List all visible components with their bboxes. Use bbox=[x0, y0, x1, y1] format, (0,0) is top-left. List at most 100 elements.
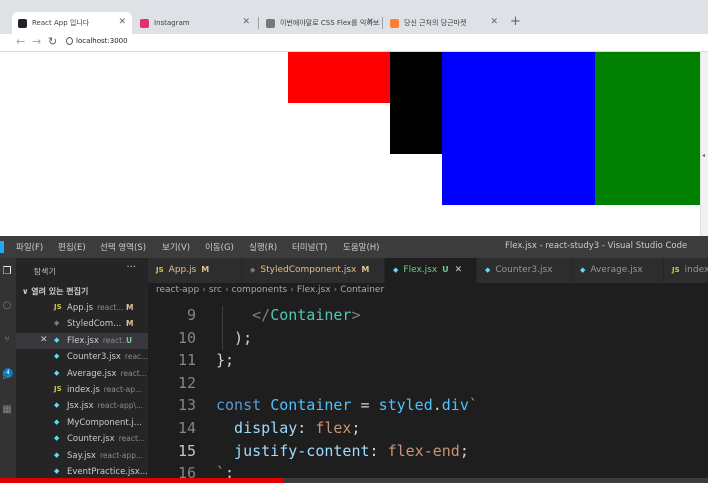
close-icon[interactable]: ✕ bbox=[242, 17, 250, 27]
file-name: App.js react... bbox=[67, 303, 124, 313]
javascript-file-icon: JS bbox=[54, 385, 62, 393]
line-text: }; bbox=[216, 351, 234, 369]
git-status-badge: M bbox=[201, 265, 210, 274]
react-file-icon: ◆ bbox=[54, 417, 60, 426]
menu-terminal[interactable]: 터미널(T) bbox=[292, 241, 327, 253]
instagram-favicon-icon bbox=[140, 18, 149, 28]
reload-icon[interactable]: ↻ bbox=[48, 35, 57, 48]
tab-label: 이번에야말로 CSS Flex를 익혀보자 bbox=[280, 19, 380, 27]
back-arrow-icon[interactable]: ← bbox=[16, 35, 25, 48]
code-token: div bbox=[441, 396, 469, 415]
code-token: </ bbox=[216, 306, 271, 324]
open-editors-header[interactable]: ∨ 열려 있는 편집기 bbox=[22, 286, 88, 297]
file-name: Flex.jsx react... bbox=[67, 335, 130, 346]
line-number: 13 bbox=[177, 396, 196, 415]
code-line[interactable]: 12 bbox=[148, 374, 708, 396]
browser-tab-css-flex[interactable]: 이번에야말로 CSS Flex를 익혀보자 ✕ bbox=[260, 12, 380, 34]
close-icon[interactable]: ✕ bbox=[40, 335, 48, 345]
new-tab-button[interactable]: + bbox=[510, 14, 521, 29]
file-name: Say.jsx react-app... bbox=[67, 450, 144, 461]
files-icon[interactable]: ❐ bbox=[1, 266, 13, 278]
source-control-icon[interactable]: ⑂ bbox=[1, 334, 13, 346]
editor-tab[interactable]: ◆ Average.jsx bbox=[572, 258, 664, 283]
line-text: const Container = styled.div` bbox=[216, 396, 478, 414]
run-debug-icon[interactable]: ▷ bbox=[1, 370, 13, 382]
code-token: ); bbox=[216, 328, 253, 347]
close-icon[interactable]: ✕ bbox=[118, 17, 126, 27]
browser-tab-instagram[interactable]: Instagram ✕ bbox=[134, 12, 256, 34]
editor-tab[interactable]: JS index. bbox=[664, 258, 708, 283]
file-name: Counter.jsx react... bbox=[67, 434, 146, 445]
open-editor-item[interactable]: ◆ MyComponent.j... bbox=[16, 415, 148, 431]
code-line[interactable]: 15 justify-content: flex-end; bbox=[148, 442, 708, 464]
git-status-badge: M bbox=[126, 319, 134, 329]
file-path: react... bbox=[120, 368, 147, 378]
breadcrumb-item[interactable]: react-app bbox=[156, 285, 199, 295]
menu-file[interactable]: 파일(F) bbox=[16, 241, 43, 253]
video-progress-bar[interactable] bbox=[0, 478, 708, 483]
editor-tab[interactable]: JS App.js M bbox=[148, 258, 242, 283]
open-editor-item[interactable]: ◆ Counter.jsx react... bbox=[16, 431, 148, 447]
breadcrumb-item[interactable]: Flex.jsx bbox=[297, 285, 331, 295]
code-line[interactable]: 9 </Container> bbox=[148, 306, 708, 328]
open-editor-item[interactable]: JS App.js react... M bbox=[16, 300, 148, 316]
file-path: react... bbox=[118, 434, 146, 444]
editor-tab[interactable]: ◆ Counter3.jsx bbox=[477, 258, 572, 283]
code-line[interactable]: 14 display: flex; bbox=[148, 419, 708, 441]
line-number: 10 bbox=[177, 328, 196, 347]
file-name: MyComponent.j... bbox=[67, 417, 142, 428]
search-icon[interactable]: ○ bbox=[1, 300, 13, 312]
menu-selection[interactable]: 선택 영역(S) bbox=[100, 241, 146, 253]
code-token: : bbox=[297, 419, 316, 437]
activity-bar: ❐ ○ ⑂ 4 ▷ ▦ bbox=[0, 258, 16, 483]
menu-go[interactable]: 이동(G) bbox=[205, 241, 234, 253]
code-token: flex bbox=[315, 419, 352, 437]
open-editor-item[interactable]: JS index.js react-ap... bbox=[16, 382, 148, 398]
code-token: : bbox=[369, 441, 388, 460]
chevron-right-icon: › bbox=[290, 285, 294, 295]
menu-run[interactable]: 실행(R) bbox=[249, 241, 277, 253]
code-line[interactable]: 11}; bbox=[148, 351, 708, 373]
open-editor-item[interactable]: ◆ Jsx.jsx react-app\... bbox=[16, 398, 148, 414]
editor-tab[interactable]: ◆ StyledComponent.jsx M bbox=[242, 258, 385, 283]
breadcrumb-item[interactable]: Container bbox=[340, 285, 384, 295]
code-line[interactable]: 13 const Container = styled.div` bbox=[148, 396, 708, 418]
breadcrumb-item[interactable]: src bbox=[209, 285, 222, 295]
browser-toolbar: ← → ↻ localhost:3000 bbox=[0, 34, 708, 52]
browser-tab-daangn[interactable]: 당신 근처의 당근마켓 ✕ bbox=[384, 12, 504, 34]
code-editor[interactable]: 9 </Container> 10 ); 11}; 12 13 const Contain… bbox=[148, 306, 708, 483]
close-icon[interactable]: ✕ bbox=[366, 17, 374, 27]
menu-view[interactable]: 보기(V) bbox=[162, 241, 190, 253]
close-icon[interactable]: ✕ bbox=[490, 17, 498, 27]
react-favicon-icon bbox=[18, 18, 27, 28]
info-icon[interactable] bbox=[66, 37, 73, 45]
scroll-left-icon[interactable]: ◂ bbox=[702, 152, 705, 159]
breadcrumb-item[interactable]: components bbox=[232, 285, 288, 295]
code-token: }; bbox=[216, 351, 235, 370]
blue-box bbox=[442, 52, 595, 205]
file-name: index.js react-ap... bbox=[67, 385, 143, 395]
close-icon[interactable]: ✕ bbox=[455, 265, 463, 275]
editor-tab[interactable]: ◆ Flex.jsx U ✕ bbox=[385, 258, 477, 283]
more-actions-icon[interactable]: ··· bbox=[126, 262, 136, 273]
react-file-icon: ◆ bbox=[54, 319, 60, 328]
javascript-file-icon: JS bbox=[156, 266, 164, 274]
menu-edit[interactable]: 편집(E) bbox=[58, 241, 86, 253]
open-editor-item[interactable]: ◆ Average.jsx react... bbox=[16, 366, 148, 382]
open-editor-item[interactable]: ◆ Say.jsx react-app... bbox=[16, 448, 148, 464]
open-editor-item[interactable]: ◆ StyledCom... M bbox=[16, 316, 148, 332]
extensions-icon[interactable]: ▦ bbox=[1, 404, 13, 416]
code-line[interactable]: 10 ); bbox=[148, 329, 708, 351]
react-file-icon: ◆ bbox=[580, 266, 586, 274]
editor-tab-label: App.js bbox=[168, 265, 197, 275]
page-scrollbar[interactable]: ◂ bbox=[700, 52, 708, 236]
editor-area: JS App.js M ◆ StyledComponent.jsx M ◆ Flex.jsx U… bbox=[148, 258, 708, 483]
open-editor-item[interactable]: ✕ ◆ Flex.jsx react... U bbox=[16, 332, 148, 349]
menu-help[interactable]: 도움말(H) bbox=[343, 241, 379, 253]
forward-arrow-icon[interactable]: → bbox=[32, 35, 41, 48]
window-title: Flex.jsx - react-study3 - Visual Studio … bbox=[505, 241, 688, 251]
address-bar[interactable]: localhost:3000 bbox=[76, 37, 128, 45]
open-editor-item[interactable]: ◆ Counter3.jsx reac... bbox=[16, 349, 148, 365]
file-name: StyledCom... bbox=[67, 319, 122, 330]
browser-tab-react-app[interactable]: React App 입니다 ✕ bbox=[12, 12, 132, 34]
